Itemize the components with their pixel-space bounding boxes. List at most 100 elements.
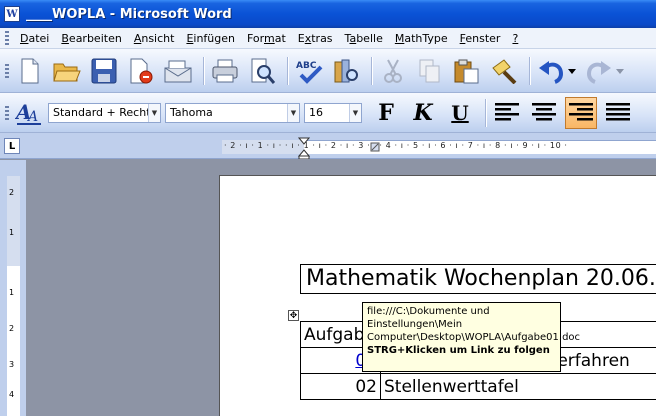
- style-select[interactable]: Standard + Rechts ▼: [48, 102, 161, 123]
- table-move-handle-icon[interactable]: ✥: [288, 310, 299, 321]
- font-value: Tahoma: [170, 106, 213, 119]
- toolbar-separator: [529, 56, 531, 85]
- copy-icon: [419, 59, 440, 82]
- font-select[interactable]: Tahoma ▼: [165, 102, 300, 123]
- floppy-disk-icon: [91, 58, 117, 83]
- bold-button[interactable]: F: [370, 97, 402, 129]
- v-tick-label: 3: [9, 360, 15, 369]
- redo-button[interactable]: [583, 55, 615, 87]
- toolbar-grip-handle[interactable]: [5, 63, 9, 78]
- menu-bearbeiten[interactable]: Bearbeiten: [55, 32, 127, 45]
- align-left-button[interactable]: [491, 97, 523, 129]
- task-number-cell[interactable]: 02: [300, 373, 381, 400]
- menu-format[interactable]: Format: [241, 32, 292, 45]
- v-tick-label: 1: [9, 288, 15, 297]
- v-tick-label: 2: [9, 188, 15, 197]
- open-button[interactable]: [51, 55, 83, 87]
- print-preview-button[interactable]: [246, 55, 278, 87]
- toolbar-separator: [371, 56, 373, 85]
- menu-fenster[interactable]: Fenster: [454, 32, 507, 45]
- cut-button[interactable]: [377, 55, 409, 87]
- new-document-button[interactable]: [14, 55, 46, 87]
- v-tick-label: 4: [9, 390, 15, 399]
- align-left-icon: [495, 102, 519, 120]
- align-right-icon: [569, 102, 593, 120]
- print-button[interactable]: [209, 55, 241, 87]
- format-painter-button[interactable]: [488, 55, 520, 87]
- menu-tabelle[interactable]: Tabelle: [339, 32, 389, 45]
- bold-label: F: [378, 99, 394, 126]
- v-tick-label: 1: [9, 228, 15, 237]
- clipboard-paste-icon: [454, 59, 479, 83]
- scissors-icon: [384, 59, 402, 83]
- formatting-toolbar: A A Standard + Rechts ▼ Tahoma ▼ 16 ▼ F …: [0, 93, 656, 133]
- font-size-select[interactable]: 16 ▼: [304, 102, 362, 123]
- style-value: Standard + Rechts: [53, 106, 157, 119]
- chevron-down-icon[interactable]: ▼: [148, 103, 160, 122]
- tooltip-hint: STRG+Klicken um Link zu folgen: [367, 345, 550, 356]
- horizontal-ruler-strip: L · 2 · ı · 1 · ı · · ı · 1 · ı · 2 · ı …: [0, 133, 656, 159]
- copy-button[interactable]: [414, 55, 446, 87]
- email-button[interactable]: [162, 55, 194, 87]
- permission-button[interactable]: [125, 55, 157, 87]
- save-button[interactable]: [88, 55, 120, 87]
- menu-extras[interactable]: Extras: [292, 32, 339, 45]
- paintbrush-icon: [492, 58, 517, 84]
- align-justify-icon: [606, 102, 630, 120]
- italic-button[interactable]: K: [407, 97, 439, 129]
- menu-ansicht[interactable]: Ansicht: [128, 32, 181, 45]
- toolbar-separator: [485, 98, 487, 127]
- research-books-icon: [334, 59, 358, 82]
- spelling-button[interactable]: ABC: [293, 55, 325, 87]
- undo-arrow-icon: [539, 60, 564, 84]
- underline-button[interactable]: U: [444, 97, 476, 129]
- indent-marker-icon[interactable]: [298, 137, 310, 159]
- document-title-cell[interactable]: Mathematik Wochenplan 20.06.20: [300, 264, 656, 294]
- toolbar-separator: [203, 56, 205, 85]
- undo-button[interactable]: [535, 55, 567, 87]
- menu-mathtype[interactable]: MathType: [389, 32, 454, 45]
- styles-pane-button[interactable]: A A: [14, 97, 44, 129]
- align-center-icon: [532, 102, 556, 120]
- title-bar: W ____WOPLA - Microsoft Word: [0, 0, 656, 28]
- menu-help[interactable]: ?: [506, 32, 524, 45]
- toolbar-grip-handle[interactable]: [5, 105, 9, 120]
- paste-button[interactable]: [451, 55, 483, 87]
- new-document-icon: [21, 58, 39, 83]
- justify-button[interactable]: [602, 97, 634, 129]
- tab-selector-button[interactable]: L: [4, 138, 20, 154]
- align-right-button[interactable]: [565, 96, 597, 129]
- menu-einfuegen[interactable]: Einfügen: [180, 32, 241, 45]
- menu-datei[interactable]: Datei: [14, 32, 55, 45]
- undo-dropdown-icon[interactable]: [567, 66, 577, 76]
- redo-dropdown-icon[interactable]: [615, 66, 625, 76]
- styles-aa-icon: A A: [15, 100, 41, 125]
- svg-text:A: A: [26, 109, 38, 125]
- redo-arrow-icon: [586, 60, 611, 84]
- svg-text:ABC: ABC: [296, 61, 317, 71]
- menu-bar: Datei Bearbeiten Ansicht Einfügen Format…: [0, 28, 656, 49]
- menu-grip-handle[interactable]: [5, 31, 9, 45]
- underline-label: U: [451, 100, 469, 125]
- italic-label: K: [413, 99, 433, 126]
- document-permission-icon: [130, 58, 153, 83]
- ruler-ticks: · 2 · ı · 1 · ı · · ı · 1 · ı · 2 · ı · …: [224, 141, 568, 150]
- task-title-cell[interactable]: Stellenwerttafel: [380, 373, 656, 400]
- open-folder-icon: [53, 63, 81, 81]
- word-app-icon[interactable]: W: [4, 6, 20, 22]
- table-column-marker-icon[interactable]: [370, 142, 380, 152]
- table-row: 02 Stellenwerttafel: [300, 373, 656, 400]
- spelling-check-icon: ABC: [296, 61, 323, 84]
- align-center-button[interactable]: [528, 97, 560, 129]
- tooltip-path: file:///C:\Dokumente und Einstellungen\M…: [367, 306, 581, 343]
- chevron-down-icon[interactable]: ▼: [287, 103, 299, 122]
- window-title: ____WOPLA - Microsoft Word: [26, 6, 232, 22]
- email-icon: [164, 60, 192, 82]
- chevron-down-icon[interactable]: ▼: [349, 103, 361, 122]
- hyperlink-tooltip: file:///C:\Dokumente und Einstellungen\M…: [362, 302, 581, 372]
- printer-icon: [212, 59, 238, 82]
- document-page[interactable]: Mathematik Wochenplan 20.06.20 ✥ Aufgabe…: [219, 175, 656, 416]
- research-button[interactable]: [330, 55, 362, 87]
- vertical-ruler-strip: 2 1 1 2 3 4: [0, 160, 26, 416]
- v-tick-label: 2: [9, 324, 15, 333]
